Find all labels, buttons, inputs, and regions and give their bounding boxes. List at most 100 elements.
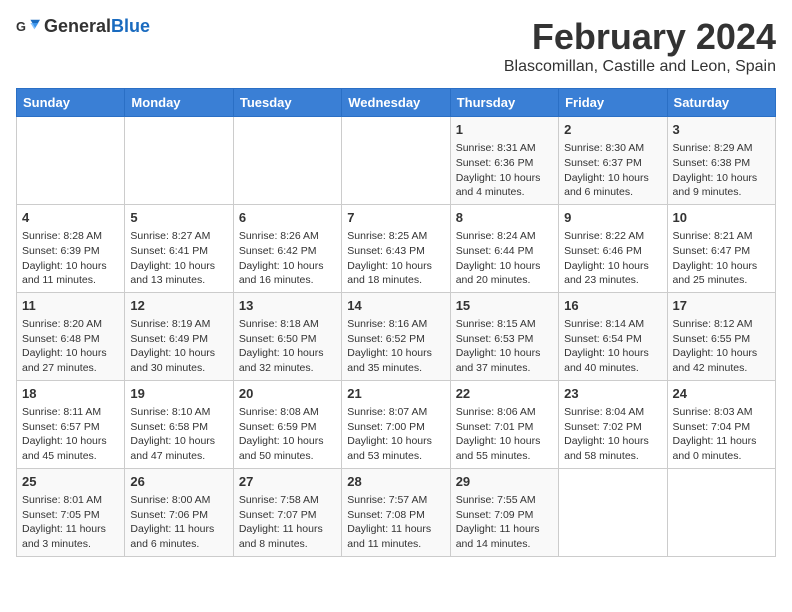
calendar-cell: 15 Sunrise: 8:15 AM Sunset: 6:53 PM Dayli…: [450, 292, 558, 380]
calendar-week-row: 1 Sunrise: 8:31 AM Sunset: 6:36 PM Daylig…: [17, 117, 776, 205]
day-number: 3: [673, 121, 770, 139]
day-content: Sunrise: 8:14 AM Sunset: 6:54 PM Dayligh…: [564, 317, 661, 376]
day-number: 7: [347, 209, 444, 227]
location-subtitle: Blascomillan, Castille and Leon, Spain: [504, 58, 776, 76]
calendar-cell: [17, 117, 125, 205]
month-year-title: February 2024: [504, 16, 776, 58]
day-content: Sunrise: 8:25 AM Sunset: 6:43 PM Dayligh…: [347, 229, 444, 288]
day-content: Sunrise: 7:58 AM Sunset: 7:07 PM Dayligh…: [239, 493, 336, 552]
calendar-header-row: SundayMondayTuesdayWednesdayThursdayFrid…: [17, 89, 776, 117]
calendar-cell: 20Sunrise: 8:08 AM Sunset: 6:59 PM Dayli…: [233, 380, 341, 468]
day-header-monday: Monday: [125, 89, 233, 117]
day-number: 12: [130, 297, 227, 315]
calendar-cell: 28Sunrise: 7:57 AM Sunset: 7:08 PM Dayli…: [342, 468, 450, 556]
calendar-cell: 18Sunrise: 8:11 AM Sunset: 6:57 PM Dayli…: [17, 380, 125, 468]
day-content: Sunrise: 8:04 AM Sunset: 7:02 PM Dayligh…: [564, 405, 661, 464]
calendar-cell: 4 Sunrise: 8:28 AM Sunset: 6:39 PM Daylig…: [17, 204, 125, 292]
day-content: Sunrise: 8:01 AM Sunset: 7:05 PM Dayligh…: [22, 493, 119, 552]
calendar-cell: [559, 468, 667, 556]
calendar-cell: 27Sunrise: 7:58 AM Sunset: 7:07 PM Dayli…: [233, 468, 341, 556]
day-content: Sunrise: 8:12 AM Sunset: 6:55 PM Dayligh…: [673, 317, 770, 376]
day-number: 18: [22, 385, 119, 403]
header: G GeneralBlue February 2024 Blascomillan…: [16, 16, 776, 76]
day-number: 20: [239, 385, 336, 403]
day-number: 29: [456, 473, 553, 491]
day-header-friday: Friday: [559, 89, 667, 117]
calendar-cell: 19 Sunrise: 8:10 AM Sunset: 6:58 PM Dayli…: [125, 380, 233, 468]
day-content: Sunrise: 8:28 AM Sunset: 6:39 PM Dayligh…: [22, 229, 119, 288]
calendar-week-row: 18Sunrise: 8:11 AM Sunset: 6:57 PM Dayli…: [17, 380, 776, 468]
day-content: Sunrise: 8:18 AM Sunset: 6:50 PM Dayligh…: [239, 317, 336, 376]
day-content: Sunrise: 8:15 AM Sunset: 6:53 PM Dayligh…: [456, 317, 553, 376]
day-number: 5: [130, 209, 227, 227]
calendar-week-row: 4 Sunrise: 8:28 AM Sunset: 6:39 PM Daylig…: [17, 204, 776, 292]
day-content: Sunrise: 8:07 AM Sunset: 7:00 PM Dayligh…: [347, 405, 444, 464]
day-content: Sunrise: 7:55 AM Sunset: 7:09 PM Dayligh…: [456, 493, 553, 552]
day-number: 2: [564, 121, 661, 139]
calendar-cell: 7 Sunrise: 8:25 AM Sunset: 6:43 PM Daylig…: [342, 204, 450, 292]
day-content: Sunrise: 8:24 AM Sunset: 6:44 PM Dayligh…: [456, 229, 553, 288]
calendar-cell: 12 Sunrise: 8:19 AM Sunset: 6:49 PM Dayli…: [125, 292, 233, 380]
day-number: 13: [239, 297, 336, 315]
calendar-cell: [125, 117, 233, 205]
calendar-cell: 5 Sunrise: 8:27 AM Sunset: 6:41 PM Daylig…: [125, 204, 233, 292]
day-number: 23: [564, 385, 661, 403]
calendar-table: SundayMondayTuesdayWednesdayThursdayFrid…: [16, 88, 776, 557]
calendar-cell: 17 Sunrise: 8:12 AM Sunset: 6:55 PM Dayli…: [667, 292, 775, 380]
calendar-cell: 2 Sunrise: 8:30 AM Sunset: 6:37 PM Daylig…: [559, 117, 667, 205]
day-number: 6: [239, 209, 336, 227]
day-content: Sunrise: 8:30 AM Sunset: 6:37 PM Dayligh…: [564, 141, 661, 200]
day-content: Sunrise: 8:21 AM Sunset: 6:47 PM Dayligh…: [673, 229, 770, 288]
calendar-cell: [667, 468, 775, 556]
day-number: 19: [130, 385, 227, 403]
title-section: February 2024 Blascomillan, Castille and…: [504, 16, 776, 76]
calendar-cell: 23 Sunrise: 8:04 AM Sunset: 7:02 PM Dayli…: [559, 380, 667, 468]
day-header-tuesday: Tuesday: [233, 89, 341, 117]
day-header-thursday: Thursday: [450, 89, 558, 117]
day-number: 8: [456, 209, 553, 227]
day-number: 22: [456, 385, 553, 403]
day-content: Sunrise: 8:20 AM Sunset: 6:48 PM Dayligh…: [22, 317, 119, 376]
calendar-cell: 6 Sunrise: 8:26 AM Sunset: 6:42 PM Daylig…: [233, 204, 341, 292]
day-content: Sunrise: 8:00 AM Sunset: 7:06 PM Dayligh…: [130, 493, 227, 552]
calendar-cell: [342, 117, 450, 205]
day-content: Sunrise: 8:29 AM Sunset: 6:38 PM Dayligh…: [673, 141, 770, 200]
day-number: 9: [564, 209, 661, 227]
day-header-wednesday: Wednesday: [342, 89, 450, 117]
day-number: 16: [564, 297, 661, 315]
day-number: 14: [347, 297, 444, 315]
calendar-cell: [233, 117, 341, 205]
logo-icon: G: [16, 18, 40, 36]
day-number: 1: [456, 121, 553, 139]
day-number: 15: [456, 297, 553, 315]
calendar-cell: 14 Sunrise: 8:16 AM Sunset: 6:52 PM Dayli…: [342, 292, 450, 380]
day-content: Sunrise: 8:26 AM Sunset: 6:42 PM Dayligh…: [239, 229, 336, 288]
day-content: Sunrise: 7:57 AM Sunset: 7:08 PM Dayligh…: [347, 493, 444, 552]
day-content: Sunrise: 8:19 AM Sunset: 6:49 PM Dayligh…: [130, 317, 227, 376]
day-number: 26: [130, 473, 227, 491]
day-content: Sunrise: 8:16 AM Sunset: 6:52 PM Dayligh…: [347, 317, 444, 376]
day-content: Sunrise: 8:03 AM Sunset: 7:04 PM Dayligh…: [673, 405, 770, 464]
calendar-cell: 3 Sunrise: 8:29 AM Sunset: 6:38 PM Daylig…: [667, 117, 775, 205]
calendar-cell: 16 Sunrise: 8:14 AM Sunset: 6:54 PM Dayli…: [559, 292, 667, 380]
logo: G GeneralBlue: [16, 16, 150, 37]
calendar-cell: 9 Sunrise: 8:22 AM Sunset: 6:46 PM Daylig…: [559, 204, 667, 292]
calendar-cell: 13 Sunrise: 8:18 AM Sunset: 6:50 PM Dayli…: [233, 292, 341, 380]
day-number: 4: [22, 209, 119, 227]
day-number: 24: [673, 385, 770, 403]
calendar-week-row: 11Sunrise: 8:20 AM Sunset: 6:48 PM Dayli…: [17, 292, 776, 380]
day-content: Sunrise: 8:10 AM Sunset: 6:58 PM Dayligh…: [130, 405, 227, 464]
day-number: 17: [673, 297, 770, 315]
day-header-saturday: Saturday: [667, 89, 775, 117]
calendar-cell: 1 Sunrise: 8:31 AM Sunset: 6:36 PM Daylig…: [450, 117, 558, 205]
logo-text: GeneralBlue: [44, 16, 150, 37]
calendar-cell: 21Sunrise: 8:07 AM Sunset: 7:00 PM Dayli…: [342, 380, 450, 468]
day-content: Sunrise: 8:22 AM Sunset: 6:46 PM Dayligh…: [564, 229, 661, 288]
day-number: 10: [673, 209, 770, 227]
svg-text:G: G: [16, 19, 26, 34]
day-content: Sunrise: 8:27 AM Sunset: 6:41 PM Dayligh…: [130, 229, 227, 288]
calendar-cell: 22Sunrise: 8:06 AM Sunset: 7:01 PM Dayli…: [450, 380, 558, 468]
day-content: Sunrise: 8:31 AM Sunset: 6:36 PM Dayligh…: [456, 141, 553, 200]
day-header-sunday: Sunday: [17, 89, 125, 117]
calendar-cell: 29 Sunrise: 7:55 AM Sunset: 7:09 PM Dayli…: [450, 468, 558, 556]
